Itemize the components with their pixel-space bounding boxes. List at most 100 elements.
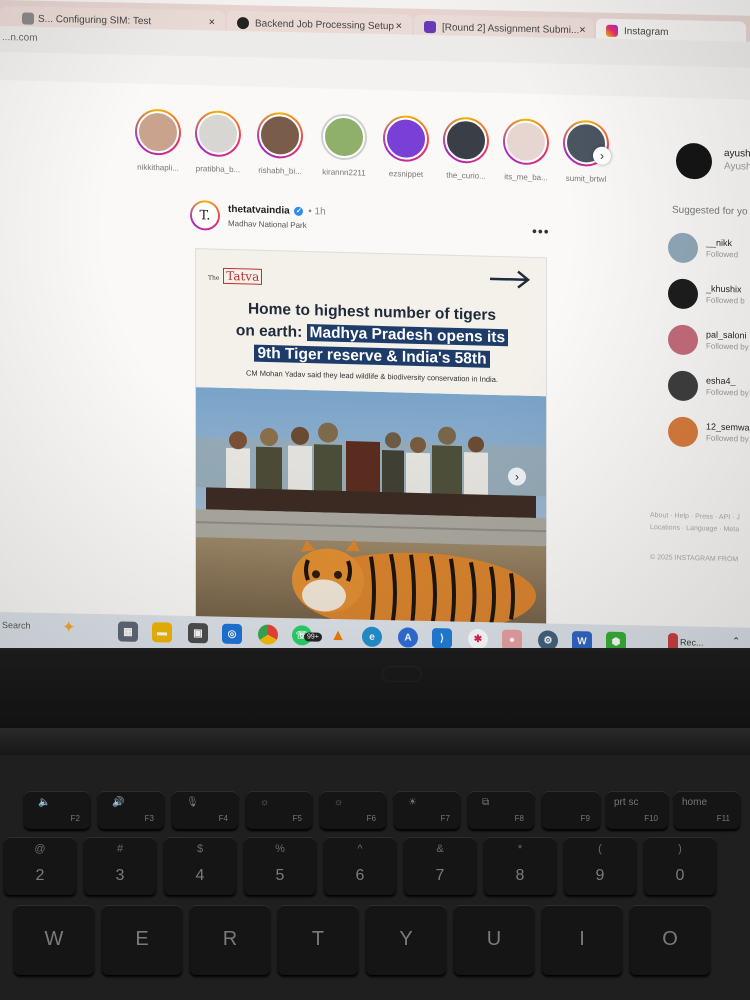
tiger-photo: [196, 387, 547, 638]
brand-prefix: The: [208, 274, 220, 282]
key-label: 9: [595, 867, 605, 884]
file-explorer-icon[interactable]: ▬: [152, 622, 172, 643]
key-shift-label: ^: [357, 843, 363, 855]
chevron-right-icon[interactable]: ›: [593, 146, 611, 165]
suggestion-item[interactable]: __nikk Followed: [668, 232, 750, 271]
more-options-icon[interactable]: •••: [532, 223, 550, 239]
key-t[interactable]: T: [278, 905, 358, 975]
key-7[interactable]: & 7: [404, 837, 476, 895]
key-e[interactable]: E: [102, 905, 182, 975]
key-label: F9: [580, 814, 590, 823]
post-header: T. thetatvaindia ✓ • 1h Madhav National …: [190, 199, 560, 250]
key-f10[interactable]: prt sc F10: [606, 791, 668, 829]
key-f9[interactable]: F9: [542, 791, 600, 829]
avatar: [668, 232, 698, 264]
key-6[interactable]: ^ 6: [324, 837, 396, 895]
key-w[interactable]: W: [14, 905, 94, 975]
post-time: • 1h: [308, 206, 326, 218]
copyright: © 2025 INSTAGRAM FROM: [650, 554, 739, 564]
key-f6[interactable]: ☼ F6: [320, 791, 386, 829]
current-username: ayush_: [724, 147, 750, 160]
key-f2[interactable]: 🔈 F2: [24, 791, 90, 829]
suggestion-followed: Followed by: [706, 341, 749, 352]
vscode-icon[interactable]: ⟩: [432, 628, 452, 649]
key-label: W: [44, 928, 64, 950]
recorder-label: Rec...: [680, 637, 704, 648]
close-icon[interactable]: ×: [396, 20, 402, 32]
key-0[interactable]: ) 0: [644, 837, 716, 895]
key-label: F2: [70, 814, 80, 823]
key-label: 5: [275, 867, 285, 884]
tab-title: S... Configuring SIM: Test: [38, 13, 152, 27]
suggestion-item[interactable]: 12_semwal Followed by _: [668, 416, 750, 455]
key-label: F11: [716, 814, 730, 823]
key-label: F6: [366, 814, 376, 823]
story-item[interactable]: nikkithapli...: [128, 108, 188, 173]
key-label: 7: [435, 867, 445, 884]
story-item[interactable]: rishabh_bi...: [250, 111, 310, 177]
key-f8[interactable]: ⧉ F8: [468, 791, 534, 829]
key-f4[interactable]: 🎙 F4: [172, 791, 238, 829]
suggestion-followed: Followed b: [706, 295, 745, 306]
key-o[interactable]: O: [630, 905, 710, 975]
slack-icon[interactable]: ✱: [468, 628, 488, 650]
vlc-icon[interactable]: ▲: [328, 626, 348, 646]
key-4[interactable]: $ 4: [164, 837, 236, 895]
key-f7[interactable]: ☀ F7: [394, 791, 460, 829]
suggestion-item[interactable]: pal_saloni Followed by: [668, 324, 750, 363]
chrome-icon[interactable]: [258, 624, 278, 645]
key-shift-label: %: [275, 843, 285, 855]
volume-down-icon: 🔈: [38, 797, 51, 808]
headline-highlight: Madhya Pradesh opens its: [306, 324, 509, 347]
key-f5[interactable]: ☼ F5: [246, 791, 312, 829]
edge-icon[interactable]: e: [362, 626, 382, 648]
key-label: F10: [644, 814, 658, 823]
chevron-right-icon[interactable]: ›: [508, 467, 526, 486]
store-icon[interactable]: ▣: [188, 622, 208, 644]
story-item[interactable]: pratibha_b...: [188, 110, 248, 175]
current-name: Ayush I: [724, 160, 750, 173]
key-2[interactable]: @ 2: [4, 837, 76, 895]
key-9[interactable]: ( 9: [564, 837, 636, 895]
chrome-active-icon[interactable]: ●: [502, 629, 522, 650]
suggestion-item[interactable]: esha4_ Followed by: [668, 370, 750, 409]
close-icon[interactable]: ×: [209, 16, 215, 28]
outlook-icon[interactable]: ◎: [222, 623, 242, 645]
story-item[interactable]: ezsnippet: [376, 115, 436, 180]
key-5[interactable]: % 5: [244, 837, 316, 895]
key-3[interactable]: # 3: [84, 837, 156, 895]
chevron-up-icon[interactable]: ⌃: [732, 636, 740, 647]
copilot-sparkle-icon[interactable]: ✦: [62, 617, 75, 637]
close-icon[interactable]: ×: [579, 24, 585, 36]
key-f11[interactable]: home F11: [674, 791, 740, 829]
key-label: O: [662, 928, 678, 950]
suggestion-item[interactable]: _khushix Followed b: [668, 278, 750, 317]
app-icon[interactable]: A: [398, 627, 418, 648]
key-i[interactable]: I: [542, 905, 622, 975]
current-user[interactable]: ayush_ Ayush I: [676, 142, 750, 180]
key-f3[interactable]: 🔊 F3: [98, 791, 164, 829]
avatar: [668, 370, 698, 402]
key-r[interactable]: R: [190, 905, 270, 975]
key-label: U: [486, 928, 502, 950]
task-view-icon[interactable]: ▦: [118, 621, 138, 642]
arrow-right-icon: [490, 270, 531, 289]
home-label: home: [682, 797, 708, 808]
headline-plain: on earth:: [235, 322, 303, 341]
post-avatar[interactable]: T.: [190, 199, 220, 231]
avatar: [668, 324, 698, 356]
story-item[interactable]: the_curio...: [436, 116, 496, 181]
footer-line[interactable]: Locations · Language · Meta: [650, 522, 740, 536]
post-location[interactable]: Madhav National Park: [228, 219, 307, 230]
taskbar-search[interactable]: Search: [2, 620, 31, 631]
key-y[interactable]: Y: [366, 905, 446, 975]
story-item[interactable]: its_me_ba...: [496, 118, 556, 183]
key-u[interactable]: U: [454, 905, 534, 975]
story-item[interactable]: kirannn2211: [314, 113, 374, 178]
key-label: I: [579, 928, 585, 950]
post-media[interactable]: The Tatva Home to highest number of tige…: [195, 248, 547, 638]
key-8[interactable]: * 8: [484, 837, 556, 895]
key-shift-label: (: [598, 843, 602, 855]
volume-up-icon: 🔊: [112, 797, 125, 808]
post-username[interactable]: thetatvaindia: [228, 204, 290, 217]
